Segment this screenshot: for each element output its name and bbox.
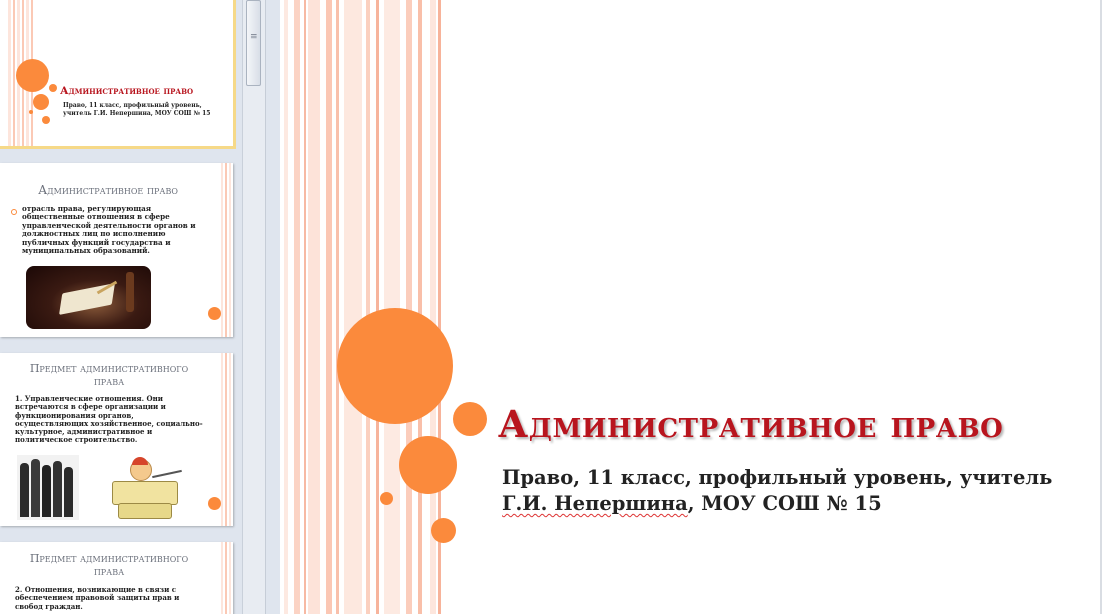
subtitle-line-1: Право, 11 класс, профильный уровень, учи… (502, 466, 1053, 489)
thumbnail-subtitle: Право, 11 класс, профильный уровень, учи… (63, 102, 211, 117)
decorative-stripe (304, 0, 306, 614)
decorative-stripe (366, 0, 370, 614)
subtitle-line-2: , МОУ СОШ № 15 (687, 492, 882, 515)
thumbnail-scrollbar[interactable]: ≡ (242, 0, 265, 614)
thumbnail-title: Административное право (38, 183, 178, 197)
decorative-circle (49, 84, 57, 92)
decorative-stripe (294, 0, 300, 614)
decorative-stripe (326, 0, 332, 614)
thumbnail-body: отрасль права, регулирующая общественные… (22, 204, 196, 256)
decorative-circle (29, 110, 33, 114)
business-people-image (17, 455, 79, 520)
grip-icon: ≡ (250, 32, 258, 42)
decorative-circle (16, 59, 49, 92)
decorative-stripe (418, 0, 422, 614)
decorative-stripe (284, 0, 288, 614)
slide-subtitle[interactable]: Право, 11 класс, профильный уровень, учи… (502, 465, 1062, 517)
book-and-gavel-image (26, 266, 151, 329)
decorative-circle (380, 492, 393, 505)
scrollbar-thumb[interactable]: ≡ (246, 0, 261, 86)
decorative-stripe (406, 0, 412, 614)
thumbnail-title: Предмет административного права (29, 362, 189, 388)
thumbnail-title: Предмет административного права (29, 552, 189, 578)
thumbnail-title: Административное право (60, 85, 194, 97)
thumbnail-body: 2. Отношения, возникающие в связи с обес… (15, 585, 180, 611)
thumbnail-body: 1. Управленческие отношения. Они встреча… (15, 394, 203, 445)
decorative-stripes (221, 542, 233, 614)
slide-title[interactable]: Административное право (498, 402, 1098, 446)
decorative-stripes (221, 163, 233, 337)
pane-splitter[interactable] (265, 0, 281, 614)
decorative-circle (453, 402, 487, 436)
decorative-stripe (344, 0, 362, 614)
slide-thumbnail-2[interactable]: Административное право отрасль права, ре… (0, 163, 233, 337)
decorative-stripe (308, 0, 320, 614)
decorative-circle (399, 436, 457, 494)
decorative-stripe (376, 0, 379, 614)
cartoon-speaker-image (108, 457, 193, 519)
decorative-circle (42, 116, 50, 124)
slide-thumbnail-3[interactable]: Предмет административного права 1. Управ… (0, 353, 233, 526)
decorative-stripes (221, 353, 233, 526)
decorative-stripe (336, 0, 339, 614)
decorative-circle (208, 307, 221, 320)
slide-thumbnail-1[interactable]: Административное право Право, 11 класс, … (0, 0, 236, 149)
decorative-circle (208, 497, 221, 510)
decorative-circle (33, 94, 49, 110)
main-slide-canvas[interactable]: Административное право Право, 11 класс, … (280, 0, 1102, 614)
decorative-circle (431, 518, 456, 543)
decorative-stripe (384, 0, 400, 614)
bullet-icon (11, 209, 17, 215)
slide-thumbnail-pane: Административное право Право, 11 класс, … (0, 0, 265, 614)
decorative-circle-large (337, 308, 453, 424)
slide-thumbnail-4[interactable]: Предмет административного права 2. Отнош… (0, 542, 233, 614)
spellcheck-word: Г.И. Непершина (502, 492, 688, 515)
